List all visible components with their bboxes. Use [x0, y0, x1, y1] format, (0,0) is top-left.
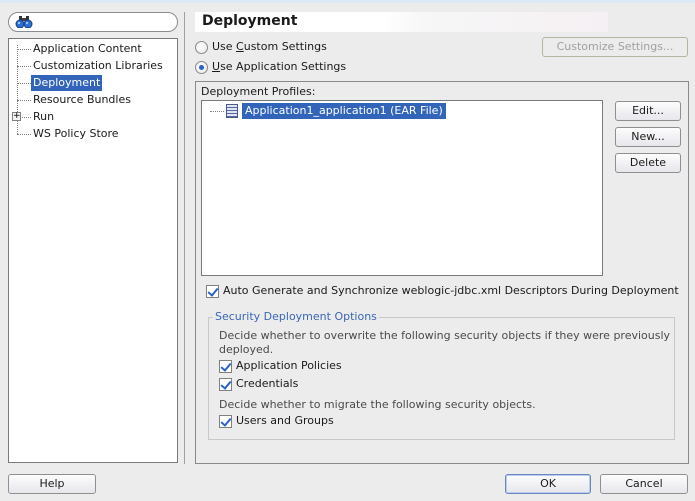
- panel-splitter[interactable]: [184, 12, 185, 464]
- nav-item-label: Deployment: [31, 75, 103, 91]
- search-input[interactable]: [35, 15, 171, 29]
- ear-file-icon: [226, 104, 238, 118]
- application-policies-checkbox[interactable]: Application Policies: [219, 358, 379, 374]
- checkbox-checked[interactable]: [206, 285, 219, 298]
- nav-item-label: Application Content: [33, 42, 142, 55]
- window-top-strip: [0, 0, 695, 3]
- radio-button-unchecked[interactable]: [195, 41, 208, 54]
- tree-connector: [17, 134, 31, 135]
- deployment-profiles-list[interactable]: Application1_application1 (EAR File): [201, 100, 603, 276]
- use-custom-settings-label: Use Custom Settings: [212, 40, 327, 53]
- mnemonic: U: [212, 60, 221, 73]
- binoculars-icon: [15, 16, 33, 28]
- auto-generate-checkbox[interactable]: Auto Generate and Synchronize weblogic-j…: [206, 283, 679, 299]
- deployment-profiles-label: Deployment Profiles:: [201, 85, 316, 98]
- users-and-groups-label: Users and Groups: [236, 414, 334, 427]
- credentials-checkbox[interactable]: Credentials: [219, 376, 379, 392]
- overwrite-description-line1: Decide whether to overwrite the followin…: [219, 329, 671, 342]
- tree-connector: [22, 117, 31, 118]
- radio-button-checked[interactable]: [195, 61, 208, 74]
- checkbox-checked[interactable]: [219, 415, 232, 428]
- users-and-groups-checkbox[interactable]: Users and Groups: [219, 413, 379, 429]
- customize-settings-button[interactable]: Customize Settings...: [542, 37, 688, 57]
- expand-plus-icon[interactable]: +: [12, 112, 21, 121]
- nav-item-label: Resource Bundles: [33, 93, 131, 106]
- tree-connector: [17, 83, 31, 84]
- auto-generate-label: Auto Generate and Synchronize weblogic-j…: [223, 284, 679, 297]
- security-deployment-options-legend: Security Deployment Options: [213, 310, 379, 324]
- use-application-settings-radio[interactable]: Use Application Settings: [195, 59, 395, 75]
- tree-connector: [210, 111, 224, 112]
- checkbox-checked[interactable]: [219, 378, 232, 391]
- checkbox-checked[interactable]: [219, 360, 232, 373]
- delete-profile-button[interactable]: Delete: [615, 153, 681, 173]
- page-header: Deployment: [195, 12, 608, 32]
- overwrite-description-line2: deployed.: [219, 343, 274, 356]
- tree-connector: [17, 100, 31, 101]
- navigation-tree[interactable]: Application Content Customization Librar…: [8, 38, 178, 463]
- ok-button[interactable]: OK: [505, 474, 591, 494]
- search-field[interactable]: [8, 12, 178, 32]
- tree-connector: [17, 66, 31, 67]
- edit-profile-button[interactable]: Edit...: [615, 101, 681, 121]
- nav-item-label: WS Policy Store: [33, 127, 119, 140]
- page-title: Deployment: [202, 13, 298, 29]
- nav-item-label: Customization Libraries: [33, 59, 163, 72]
- application-policies-label: Application Policies: [236, 359, 342, 372]
- help-button[interactable]: Help: [8, 474, 96, 494]
- nav-item-label: Run: [33, 110, 55, 123]
- use-custom-settings-radio[interactable]: Use Custom Settings: [195, 39, 395, 55]
- credentials-label: Credentials: [236, 377, 299, 390]
- mnemonic: C: [236, 40, 244, 53]
- use-application-settings-label: Use Application Settings: [212, 60, 347, 73]
- new-profile-button[interactable]: New...: [615, 127, 681, 147]
- cancel-button[interactable]: Cancel: [600, 474, 688, 494]
- migrate-description: Decide whether to migrate the following …: [219, 398, 536, 411]
- profile-item-label: Application1_application1 (EAR File): [242, 103, 446, 119]
- tree-connector: [17, 49, 31, 50]
